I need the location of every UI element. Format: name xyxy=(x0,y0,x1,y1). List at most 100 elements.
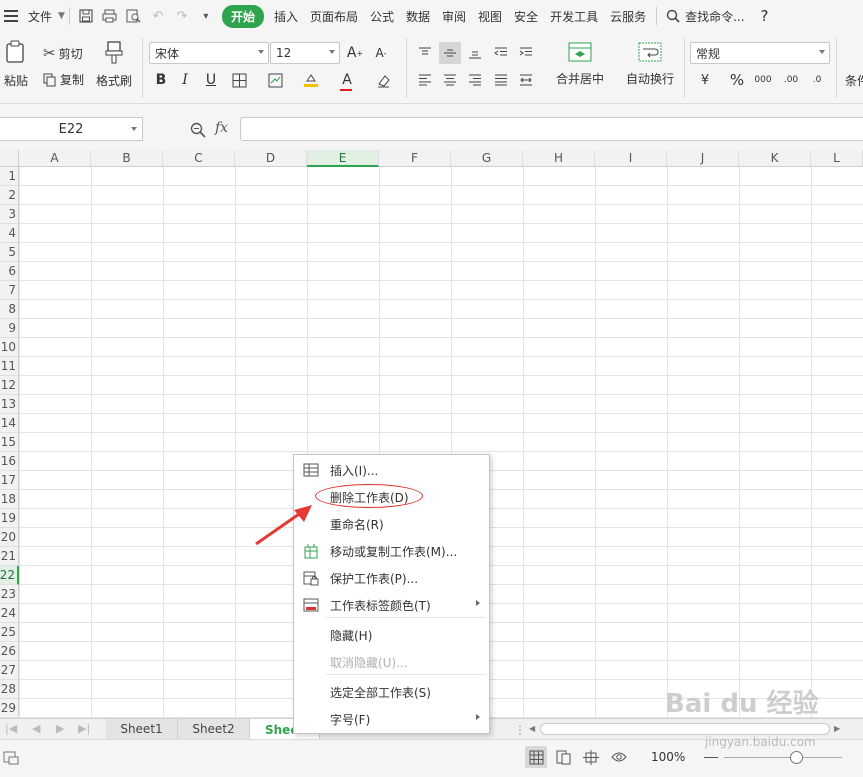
wrap-text-button[interactable]: 自动换行 xyxy=(626,42,674,87)
insert-function-button[interactable]: fx xyxy=(215,120,228,136)
borders-button[interactable] xyxy=(228,69,250,91)
column-header-e[interactable]: E xyxy=(307,150,379,167)
column-header-l[interactable]: L xyxy=(811,150,863,167)
column-header-g[interactable]: G xyxy=(451,150,523,167)
copy-button[interactable]: 复制 xyxy=(43,71,84,88)
merge-center-button[interactable]: 合并居中 xyxy=(556,42,604,87)
scroll-right-icon[interactable]: ▶ xyxy=(834,724,840,733)
tab-security[interactable]: 安全 xyxy=(508,8,544,25)
column-header-b[interactable]: B xyxy=(91,150,163,167)
menu-item-select-all-sheets[interactable]: 选定全部工作表(S) xyxy=(294,679,489,706)
menu-item-font-size[interactable]: 字号(F) xyxy=(294,706,489,733)
row-header-15[interactable]: 15 xyxy=(0,433,19,452)
row-header-24[interactable]: 24 xyxy=(0,604,19,623)
tab-view[interactable]: 视图 xyxy=(472,8,508,25)
menu-item-protect-sheet[interactable]: 保护工作表(P)... xyxy=(294,565,489,592)
prev-sheet-icon[interactable]: ◀ xyxy=(32,722,40,735)
align-center-button[interactable] xyxy=(439,69,461,91)
row-header-7[interactable]: 7 xyxy=(0,281,19,300)
row-header-26[interactable]: 26 xyxy=(0,642,19,661)
row-header-22[interactable]: 22 xyxy=(0,566,19,585)
increase-indent-button[interactable] xyxy=(515,42,537,64)
italic-button[interactable]: I xyxy=(174,69,196,91)
menu-item-insert[interactable]: 插入(I)... xyxy=(294,457,489,484)
column-header-j[interactable]: J xyxy=(667,150,739,167)
row-header-6[interactable]: 6 xyxy=(0,262,19,281)
font-name-dropdown[interactable]: 宋体 xyxy=(149,42,269,64)
zoom-formula-icon[interactable] xyxy=(190,122,206,138)
row-header-10[interactable]: 10 xyxy=(0,338,19,357)
column-header-d[interactable]: D xyxy=(235,150,307,167)
page-break-view-button[interactable] xyxy=(552,746,574,768)
percent-button[interactable]: % xyxy=(726,69,748,91)
fill-color-button[interactable] xyxy=(300,69,322,91)
sheet-tab-sheet1[interactable]: Sheet1 xyxy=(106,719,178,739)
underline-button[interactable]: U xyxy=(200,69,222,91)
row-header-17[interactable]: 17 xyxy=(0,471,19,490)
row-header-1[interactable]: 1 xyxy=(0,167,19,186)
align-right-button[interactable] xyxy=(464,69,486,91)
row-header-5[interactable]: 5 xyxy=(0,243,19,262)
row-header-18[interactable]: 18 xyxy=(0,490,19,509)
font-size-dropdown[interactable]: 12 xyxy=(270,42,340,64)
paste-button[interactable]: 粘贴 xyxy=(0,40,32,89)
undo-icon[interactable]: ↶ xyxy=(148,6,168,26)
file-menu[interactable]: 文件 xyxy=(22,8,58,25)
tab-cloud-service[interactable]: 云服务 xyxy=(604,8,652,25)
search-command[interactable]: 查找命令... xyxy=(685,8,750,25)
name-box[interactable]: E22 xyxy=(0,117,143,141)
bold-button[interactable]: B xyxy=(150,69,172,91)
number-format-dropdown[interactable]: 常规 xyxy=(690,42,830,64)
format-painter-button[interactable]: 格式刷 xyxy=(96,40,132,89)
hamburger-menu-icon[interactable] xyxy=(4,10,18,22)
help-button[interactable]: ? xyxy=(751,7,779,25)
currency-button[interactable]: ¥ xyxy=(694,69,716,91)
thousands-separator-button[interactable]: 000 xyxy=(752,69,774,91)
row-header-25[interactable]: 25 xyxy=(0,623,19,642)
decrease-indent-button[interactable] xyxy=(490,42,512,64)
customize-toolbar-icon[interactable]: ▾ xyxy=(196,6,216,26)
row-header-19[interactable]: 19 xyxy=(0,509,19,528)
tab-splitter[interactable]: ⋮ xyxy=(514,723,526,737)
row-header-2[interactable]: 2 xyxy=(0,186,19,205)
tab-home[interactable]: 开始 xyxy=(221,4,264,28)
row-header-28[interactable]: 28 xyxy=(0,680,19,699)
print-icon[interactable] xyxy=(100,6,120,26)
menu-item-hide[interactable]: 隐藏(H) xyxy=(294,622,489,649)
clear-format-button[interactable] xyxy=(372,69,394,91)
tab-page-layout[interactable]: 页面布局 xyxy=(304,8,364,25)
zoom-slider-track[interactable] xyxy=(724,757,842,758)
row-header-11[interactable]: 11 xyxy=(0,357,19,376)
decrease-font-size-button[interactable]: A- xyxy=(370,42,392,64)
column-header-c[interactable]: C xyxy=(163,150,235,167)
page-layout-view-button[interactable] xyxy=(580,746,602,768)
macro-record-icon[interactable] xyxy=(3,751,19,765)
row-header-14[interactable]: 14 xyxy=(0,414,19,433)
row-header-20[interactable]: 20 xyxy=(0,528,19,547)
next-sheet-icon[interactable]: ▶ xyxy=(56,722,64,735)
normal-view-button[interactable] xyxy=(525,746,547,768)
first-sheet-icon[interactable]: |◀ xyxy=(5,722,17,735)
row-header-23[interactable]: 23 xyxy=(0,585,19,604)
row-header-13[interactable]: 13 xyxy=(0,395,19,414)
menu-item-tab-color[interactable]: 工作表标签颜色(T) xyxy=(294,592,489,619)
sheet-tab-sheet2[interactable]: Sheet2 xyxy=(178,719,250,739)
tab-formulas[interactable]: 公式 xyxy=(364,8,400,25)
menu-item-move-copy-sheet[interactable]: 移动或复制工作表(M)... xyxy=(294,538,489,565)
zoom-slider-thumb[interactable] xyxy=(790,751,803,764)
zoom-out-icon[interactable] xyxy=(704,757,718,758)
row-header-21[interactable]: 21 xyxy=(0,547,19,566)
horizontal-scrollbar[interactable] xyxy=(540,723,830,735)
column-header-i[interactable]: I xyxy=(595,150,667,167)
tab-developer[interactable]: 开发工具 xyxy=(544,8,604,25)
justify-button[interactable] xyxy=(490,69,512,91)
select-all-corner[interactable] xyxy=(0,150,19,167)
redo-icon[interactable]: ↷ xyxy=(172,6,192,26)
row-header-12[interactable]: 12 xyxy=(0,376,19,395)
distributed-align-button[interactable] xyxy=(515,69,537,91)
menu-item-rename[interactable]: 重命名(R) xyxy=(294,511,489,538)
column-header-f[interactable]: F xyxy=(379,150,451,167)
row-header-8[interactable]: 8 xyxy=(0,300,19,319)
align-middle-button[interactable] xyxy=(439,42,461,64)
row-header-16[interactable]: 16 xyxy=(0,452,19,471)
